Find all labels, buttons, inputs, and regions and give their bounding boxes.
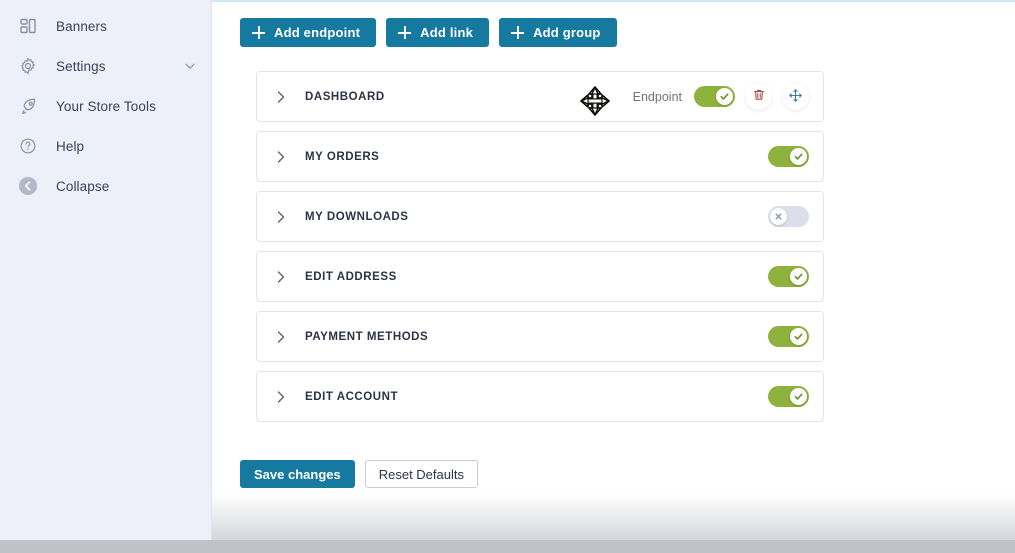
table-row[interactable]: PAYMENT METHODS [256, 311, 824, 362]
check-icon [790, 268, 807, 285]
arrow-left-circle-icon [16, 174, 40, 198]
sidebar-item-label: Your Store Tools [56, 98, 156, 114]
sidebar-item-help[interactable]: Help [0, 126, 211, 166]
endpoint-title: DASHBOARD [305, 90, 385, 103]
row-controls [768, 146, 809, 167]
sidebar-item-settings[interactable]: Settings [0, 46, 211, 86]
endpoint-type-label: Endpoint [632, 89, 682, 104]
row-controls [768, 266, 809, 287]
chevron-right-icon[interactable] [271, 87, 291, 107]
check-icon [790, 148, 807, 165]
main-content-panel: Add endpoint Add link Add group DASHBOAR… [212, 0, 1015, 553]
add-group-button[interactable]: Add group [499, 18, 617, 47]
endpoint-title: PAYMENT METHODS [305, 330, 429, 343]
table-row[interactable]: DASHBOARD Endpoint [256, 71, 824, 122]
window-bottom-bar [0, 540, 1015, 553]
endpoint-title: MY ORDERS [305, 150, 380, 163]
table-row[interactable]: MY DOWNLOADS [256, 191, 824, 242]
sidebar-item-label: Banners [56, 18, 107, 34]
delete-endpoint-button[interactable] [745, 83, 772, 110]
endpoint-title: EDIT ADDRESS [305, 270, 397, 283]
gear-icon [16, 54, 40, 78]
footer-actions: Save changes Reset Defaults [240, 460, 1015, 488]
sidebar-item-collapse[interactable]: Collapse [0, 166, 211, 206]
endpoint-list: DASHBOARD Endpoint MY ORDERS MY DOWNLOADS ED… [256, 71, 824, 422]
sidebar: Banners Settings Your Store Tools Help C… [0, 0, 212, 553]
sidebar-item-your-store-tools[interactable]: Your Store Tools [0, 86, 211, 126]
add-group-label: Add group [533, 25, 601, 40]
reset-defaults-button[interactable]: Reset Defaults [364, 460, 478, 488]
panel-scroll-area: Add endpoint Add link Add group DASHBOAR… [212, 0, 1015, 553]
chevron-right-icon[interactable] [271, 207, 291, 227]
table-row[interactable]: MY ORDERS [256, 131, 824, 182]
chevron-right-icon[interactable] [271, 267, 291, 287]
chevron-right-icon[interactable] [271, 327, 291, 347]
enable-toggle[interactable] [694, 86, 735, 107]
sidebar-item-label: Settings [56, 58, 106, 74]
toolbar: Add endpoint Add link Add group [212, 14, 1015, 47]
endpoint-title: MY DOWNLOADS [305, 210, 409, 223]
enable-toggle[interactable] [768, 146, 809, 167]
sidebar-item-banners[interactable]: Banners [0, 6, 211, 46]
close-icon [770, 208, 787, 225]
table-row[interactable]: EDIT ADDRESS [256, 251, 824, 302]
chevron-right-icon[interactable] [271, 387, 291, 407]
table-row[interactable]: EDIT ACCOUNT [256, 371, 824, 422]
enable-toggle[interactable] [768, 206, 809, 227]
plus-icon [511, 26, 525, 39]
check-icon [716, 88, 733, 105]
enable-toggle[interactable] [768, 326, 809, 347]
enable-toggle[interactable] [768, 386, 809, 407]
row-controls [768, 206, 809, 227]
row-controls [768, 386, 809, 407]
add-link-button[interactable]: Add link [386, 18, 490, 47]
trash-icon [752, 88, 766, 105]
check-icon [790, 328, 807, 345]
enable-toggle[interactable] [768, 266, 809, 287]
layout-icon [16, 14, 40, 38]
plus-icon [252, 26, 265, 39]
chevron-down-icon[interactable] [183, 59, 197, 73]
rocket-icon [16, 94, 40, 118]
app-root: Banners Settings Your Store Tools Help C… [0, 0, 1015, 553]
move-arrows-icon [788, 88, 803, 106]
chevron-right-icon[interactable] [271, 147, 291, 167]
sidebar-item-label: Help [56, 138, 85, 154]
add-endpoint-label: Add endpoint [274, 25, 361, 40]
add-link-label: Add link [420, 25, 474, 40]
row-controls [768, 326, 809, 347]
plus-icon [398, 26, 412, 39]
move-endpoint-handle[interactable] [782, 83, 809, 110]
save-changes-button[interactable]: Save changes [240, 460, 355, 488]
check-icon [790, 388, 807, 405]
question-icon [16, 134, 40, 158]
row-controls: Endpoint [633, 83, 809, 110]
add-endpoint-button[interactable]: Add endpoint [240, 18, 377, 47]
endpoint-title: EDIT ACCOUNT [305, 390, 399, 403]
sidebar-item-label: Collapse [56, 178, 110, 194]
